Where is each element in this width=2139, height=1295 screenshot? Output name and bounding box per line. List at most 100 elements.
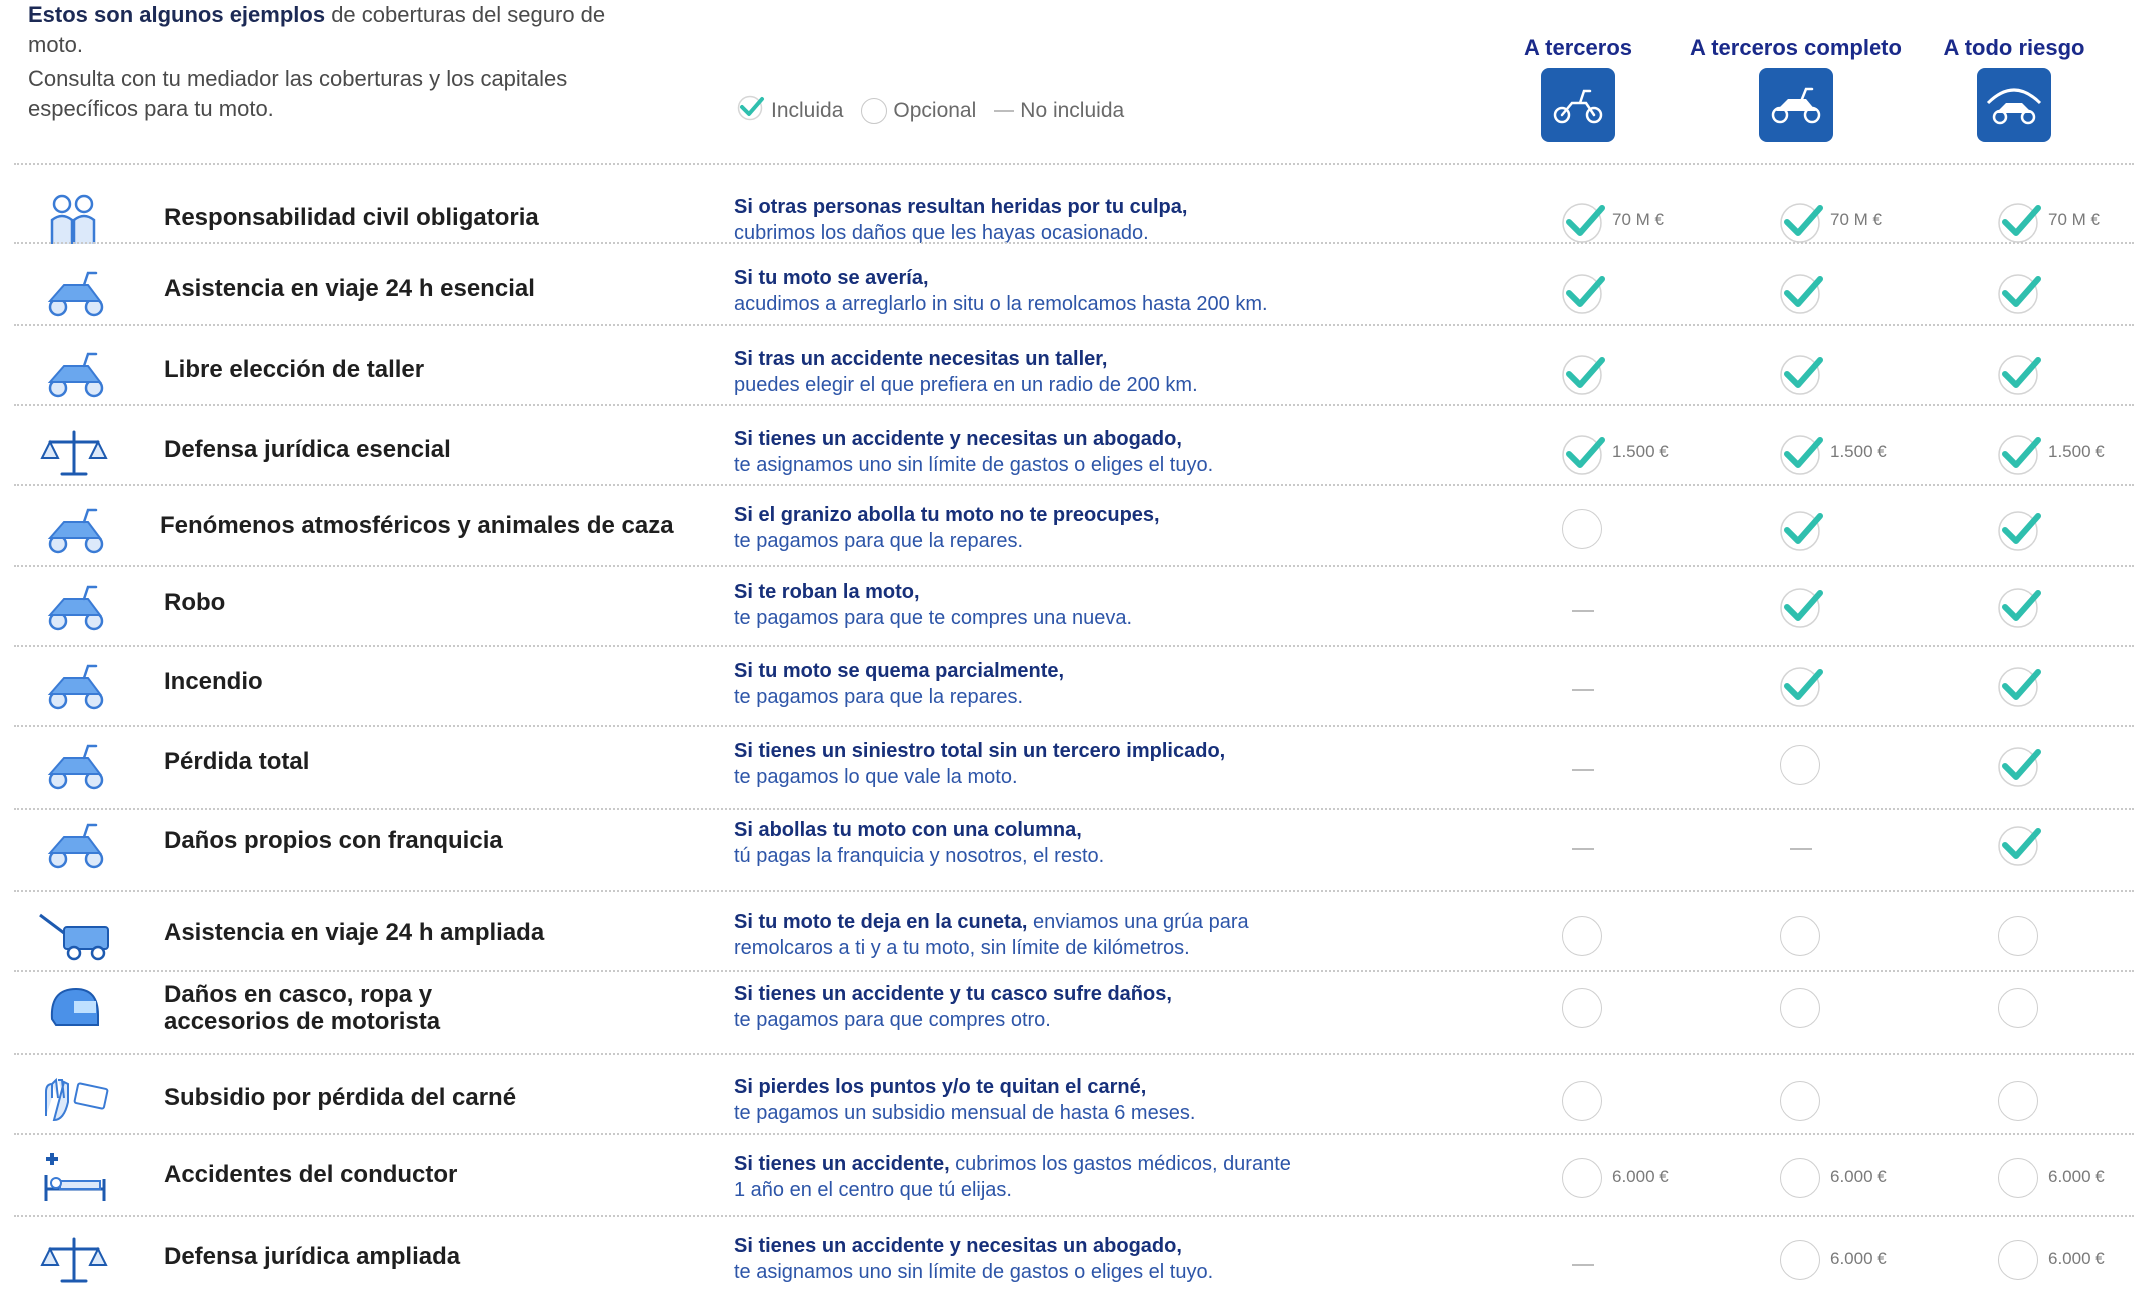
hospital-bed-icon xyxy=(34,1149,122,1205)
coverage-title: Robo xyxy=(164,589,226,616)
plan-name: A terceros xyxy=(1523,35,1632,60)
coverage-description: Si tienes un accidente, cubrimos los gas… xyxy=(734,1151,1294,1203)
legend-included-label: Incluida xyxy=(771,99,844,122)
table-row: Asistencia en viaje 24 h ampliada Si tu m… xyxy=(14,890,2134,972)
coverage-title: Pérdida total xyxy=(164,748,310,775)
coverage-cell-plan-2 xyxy=(1780,348,1980,398)
table-row: Daños en casco, ropa y accesorios de mot… xyxy=(14,970,2134,1055)
coverage-cell-plan-2 xyxy=(1780,581,1980,631)
description-text: te pagamos lo que vale la moto. xyxy=(734,766,1018,788)
intro-text: Estos son algunos ejemplos de coberturas… xyxy=(28,0,618,124)
table-row: Defensa jurídica ampliada Si tienes un ac… xyxy=(14,1215,2134,1295)
coverage-cell-plan-2 xyxy=(1780,267,1980,317)
coverage-cell-plan-1: 1.500 € xyxy=(1562,428,1762,478)
coverage-cell-plan-3: 6.000 € xyxy=(1998,1235,2139,1285)
check-icon xyxy=(1998,745,2041,787)
check-icon xyxy=(1562,353,1605,395)
coverage-cell-plan-1 xyxy=(1562,1235,1762,1285)
coverage-title: Subsidio por pérdida del carné xyxy=(164,1084,517,1111)
check-icon xyxy=(1998,824,2041,866)
table-row: Accidentes del conductor Si tienes un acc… xyxy=(14,1133,2134,1217)
coverage-cell-plan-2 xyxy=(1780,911,1980,961)
check-icon xyxy=(1780,433,1823,475)
description-lead: Si tu moto te deja en la cuneta, xyxy=(734,911,1028,933)
hail-scooter-icon xyxy=(34,500,122,556)
coverage-cell-plan-1 xyxy=(1562,581,1762,631)
plan-a-todo-riesgo: A todo riesgo xyxy=(1904,12,2124,142)
coverage-cell-plan-1 xyxy=(1562,504,1762,554)
dash-icon xyxy=(1562,824,1602,864)
legend-optional-label: Opcional xyxy=(893,99,977,122)
tow-truck-icon xyxy=(34,907,122,963)
coverage-title: Incendio xyxy=(164,668,263,695)
circle-icon xyxy=(1780,1081,1820,1121)
description-lead: Si otras personas resultan heridas por t… xyxy=(734,196,1188,218)
scooter-outline-icon xyxy=(1541,68,1615,142)
legend-optional: Opcional xyxy=(861,98,976,124)
coverage-title: Accidentes del conductor xyxy=(164,1161,458,1188)
description-lead: Si tienes un siniestro total sin un terc… xyxy=(734,740,1226,762)
circle-icon xyxy=(1780,988,1820,1028)
legend-not-included-label: No incluida xyxy=(1020,99,1125,122)
coverage-description: Si tu moto se quema parcialmente, te paga… xyxy=(734,658,1294,710)
description-text: acudimos a arreglarlo in situ o la remol… xyxy=(734,293,1268,315)
coverage-cell-plan-2: 6.000 € xyxy=(1780,1235,1980,1285)
circle-icon xyxy=(1998,916,2038,956)
coverage-cell-plan-2 xyxy=(1780,1076,1980,1126)
coverage-title: Fenómenos atmosféricos y animales de caz… xyxy=(160,512,674,539)
coverage-cell-plan-2: 70 M € xyxy=(1780,196,1980,246)
scooter-filled-icon xyxy=(1759,68,1833,142)
table-row: Responsabilidad civil obligatoria Si otra… xyxy=(14,163,2134,244)
description-text: te pagamos para que la repares. xyxy=(734,686,1024,708)
description-text: puedes elegir el que prefiera en un radi… xyxy=(734,374,1198,396)
coverage-amount: 70 M € xyxy=(1830,210,1882,229)
fire-scooter-icon xyxy=(34,656,122,712)
table-row: Asistencia en viaje 24 h esencial Si tu m… xyxy=(14,242,2134,326)
coverage-cell-plan-1 xyxy=(1562,660,1762,710)
coverage-cell-plan-1: 70 M € xyxy=(1562,196,1762,246)
coverage-title: Asistencia en viaje 24 h esencial xyxy=(164,275,535,302)
coverage-cell-plan-1 xyxy=(1562,1076,1762,1126)
coverage-amount: 1.500 € xyxy=(1830,442,1887,461)
dash-icon xyxy=(1562,745,1602,785)
coverage-description: Si tienes un accidente y necesitas un ab… xyxy=(734,426,1294,478)
coverage-cell-plan-2 xyxy=(1780,819,1980,869)
check-icon xyxy=(1780,665,1823,707)
plan-a-terceros-completo: A terceros completo xyxy=(1686,12,1906,142)
plan-name: A terceros completo xyxy=(1690,35,1902,60)
check-icon xyxy=(1780,586,1823,628)
coverage-cell-plan-3: 1.500 € xyxy=(1998,428,2139,478)
table-row: Subsidio por pérdida del carné Si pierdes… xyxy=(14,1053,2134,1135)
description-lead: Si abollas tu moto con una columna, xyxy=(734,819,1082,841)
coverage-amount: 70 M € xyxy=(2048,210,2100,229)
coverage-title: Daños en casco, ropa y accesorios de mot… xyxy=(164,981,441,1035)
description-text: cubrimos los daños que les hayas ocasion… xyxy=(734,222,1149,244)
table-row: Daños propios con franquicia Si abollas t… xyxy=(14,808,2134,892)
coverage-amount: 6.000 € xyxy=(2048,1167,2105,1186)
coverage-cell-plan-1 xyxy=(1562,348,1762,398)
description-text: te pagamos para que te compres una nueva… xyxy=(734,607,1133,629)
check-icon xyxy=(1998,665,2041,707)
description-lead: Si el granizo abolla tu moto no te preoc… xyxy=(734,504,1160,526)
description-text: te asignamos uno sin límite de gastos o … xyxy=(734,454,1214,476)
coverage-cell-plan-2 xyxy=(1780,740,1980,790)
table-row: Defensa jurídica esencial Si tienes un ac… xyxy=(14,404,2134,486)
table-row: Robo Si te roban la moto, te pagamos para … xyxy=(14,565,2134,647)
description-text: te pagamos para que la repares. xyxy=(734,530,1024,552)
legend-included: Incluida xyxy=(737,95,843,127)
coverage-cell-plan-3 xyxy=(1998,581,2139,631)
table-row: Pérdida total Si tienes un siniestro tota… xyxy=(14,725,2134,810)
coverage-cell-plan-1 xyxy=(1562,740,1762,790)
intro-bold: Estos son algunos ejemplos xyxy=(28,2,326,27)
circle-icon xyxy=(1780,916,1820,956)
coverage-cell-plan-1: 6.000 € xyxy=(1562,1153,1762,1203)
description-lead: Si tienes un accidente y necesitas un ab… xyxy=(734,1235,1182,1257)
coverage-cell-plan-3 xyxy=(1998,267,2139,317)
check-icon xyxy=(1562,201,1605,243)
coverage-title: Asistencia en viaje 24 h ampliada xyxy=(164,919,545,946)
description-lead: Si pierdes los puntos y/o te quitan el c… xyxy=(734,1076,1147,1098)
coverage-amount: 1.500 € xyxy=(2048,442,2105,461)
coverage-amount: 6.000 € xyxy=(1830,1249,1887,1268)
circle-icon xyxy=(1998,1158,2038,1198)
coverage-title: Defensa jurídica ampliada xyxy=(164,1243,461,1270)
